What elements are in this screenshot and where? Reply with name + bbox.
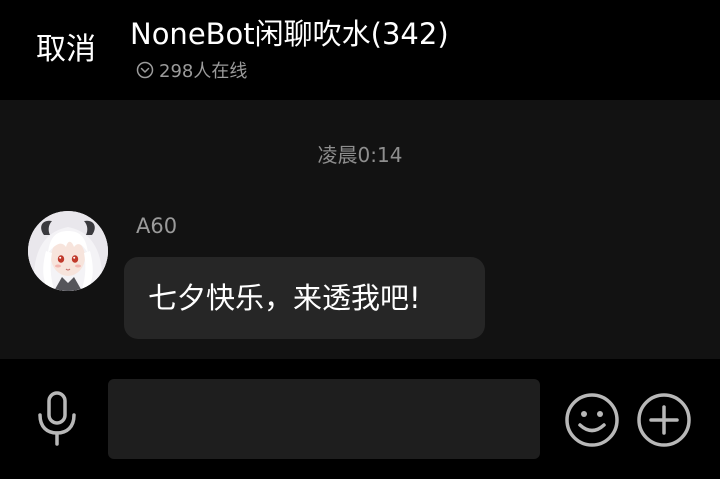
chat-header: 取消 NoneBot闲聊吹水(342) 298人在线 xyxy=(0,0,720,100)
group-title: NoneBot闲聊吹水(342) xyxy=(130,17,449,51)
microphone-icon[interactable] xyxy=(32,391,82,447)
anime-girl-avatar xyxy=(28,211,108,291)
avatar[interactable] xyxy=(28,211,108,291)
sender-name: A60 xyxy=(136,214,178,238)
smiley-icon[interactable] xyxy=(564,392,620,448)
message-bubble[interactable]: 七夕快乐，来透我吧! xyxy=(124,257,485,339)
message-input[interactable] xyxy=(108,379,540,459)
online-status[interactable]: 298人在线 xyxy=(136,58,247,82)
message-list[interactable]: 凌晨0:14 A60 七夕快乐，来透我吧! xyxy=(0,100,720,359)
online-count: 298人在线 xyxy=(159,61,248,82)
chevron-down-circle-icon xyxy=(136,61,154,79)
cancel-button[interactable]: 取消 xyxy=(36,30,96,70)
chat-screen: 取消 NoneBot闲聊吹水(342) 298人在线 凌晨0:14 A60 七夕… xyxy=(0,0,720,479)
input-bar xyxy=(0,359,720,479)
plus-circle-icon[interactable] xyxy=(636,392,692,448)
message-timestamp: 凌晨0:14 xyxy=(317,143,403,167)
